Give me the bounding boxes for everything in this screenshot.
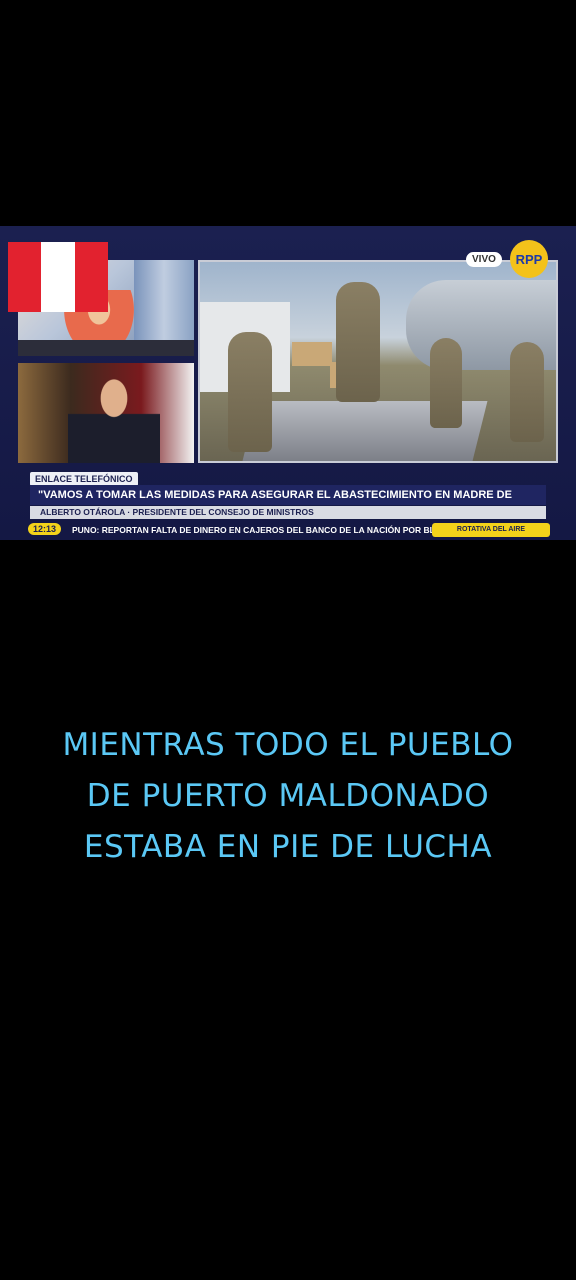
soldiers-unloading-photo [198,260,558,463]
video-caption: MIENTRAS TODO EL PUEBLO DE PUERTO MALDON… [0,720,576,873]
ticker-label: ROTATIVA DEL AIRE [432,523,550,537]
studio-desk [18,340,194,356]
soldier [510,342,544,442]
cargo-box [292,342,332,366]
channel-logo: RPP [510,240,548,278]
ticker-time: 12:13 [28,523,62,535]
segment-tag: ENLACE TELEFÓNICO [30,472,138,486]
soldier [336,282,380,402]
news-broadcast-frame: VIVO RPP ENLACE TELEFÓNICO "VAMOS A TOMA… [0,226,576,540]
news-ticker: 12:13 PUNO: REPORTAN FALTA DE DINERO EN … [28,522,550,538]
minister-figure [68,373,160,463]
speaker-name: ALBERTO OTÁROLA · PRESIDENTE DEL CONSEJO… [30,506,546,519]
soldier [228,332,272,452]
soldier [430,338,462,428]
news-headline: "VAMOS A TOMAR LAS MEDIDAS PARA ASEGURAR… [30,485,546,521]
ticker-text: PUNO: REPORTAN FALTA DE DINERO EN CAJERO… [72,525,473,535]
peru-flag-icon [8,242,108,312]
caption-line: ESTABA EN PIE DE LUCHA [83,829,493,865]
caption-line: MIENTRAS TODO EL PUEBLO [62,727,514,763]
minister-video [18,363,194,463]
caption-line: DE PUERTO MALDONADO [86,778,490,814]
live-badge: VIVO [466,252,502,267]
